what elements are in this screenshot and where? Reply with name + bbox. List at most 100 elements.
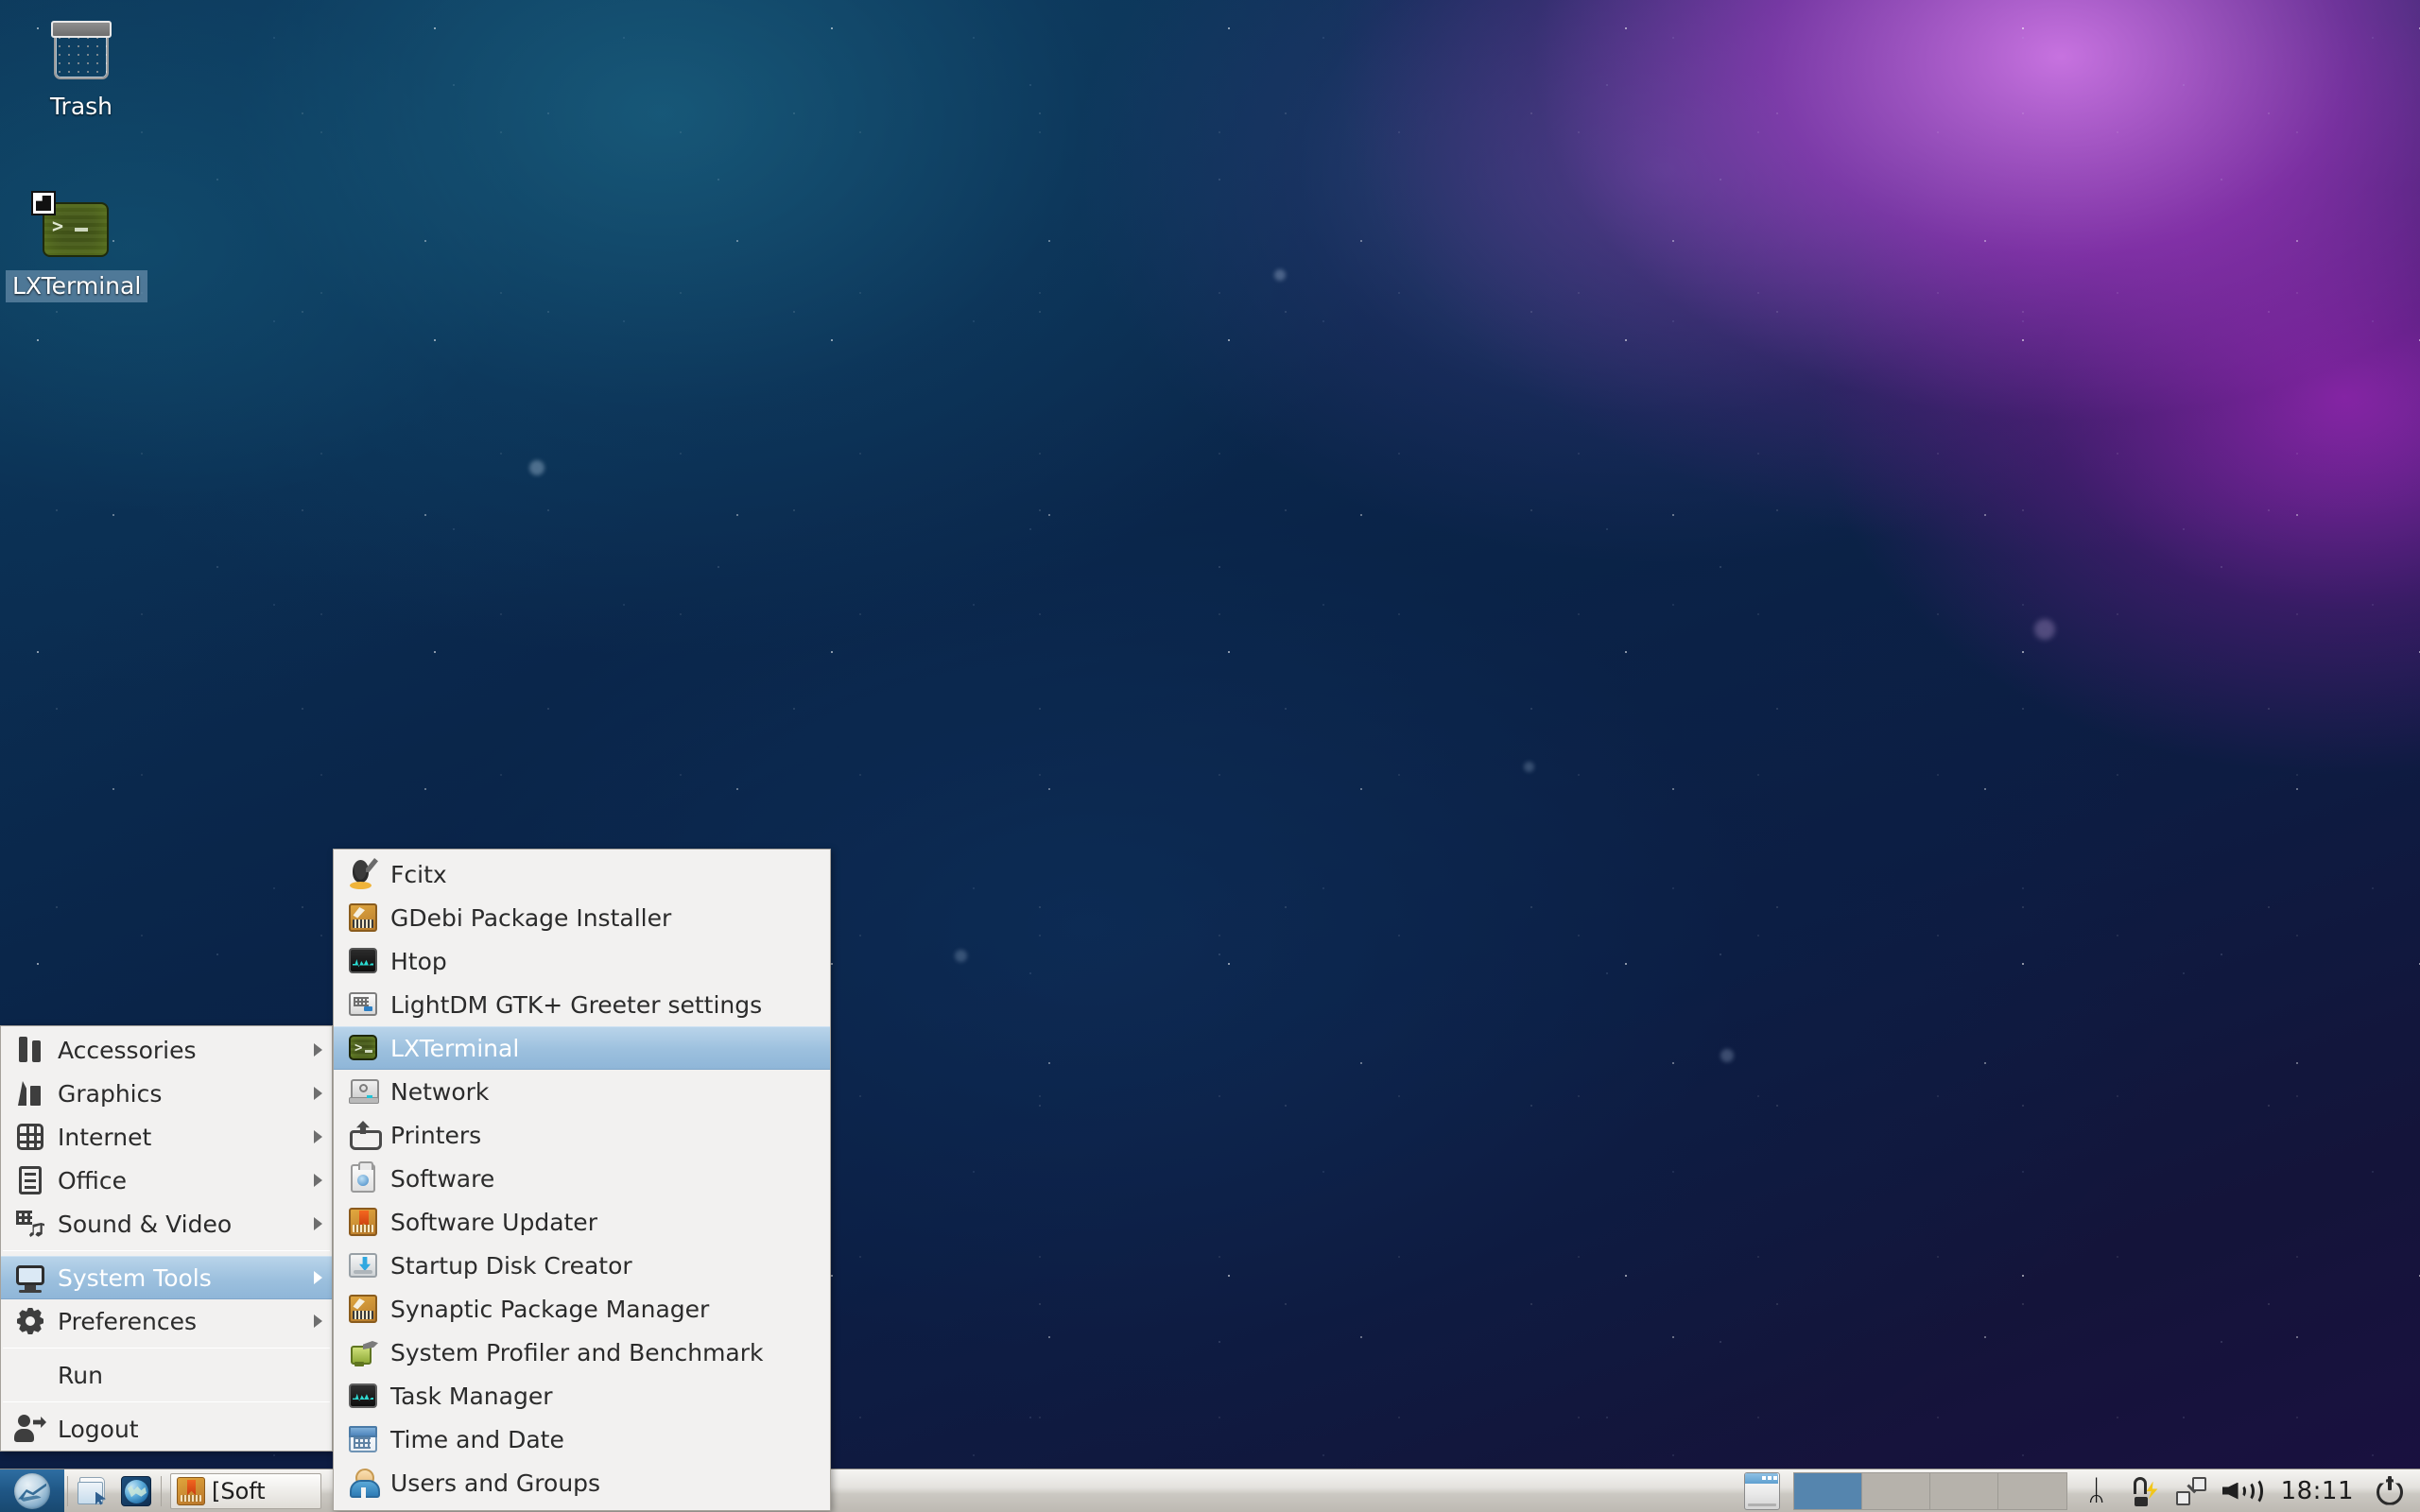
submenu-item-time-and-date[interactable]: Time and Date — [334, 1418, 830, 1461]
startup-disk-creator-icon — [347, 1249, 379, 1281]
panel-separator — [161, 1476, 162, 1506]
chevron-right-icon — [314, 1217, 322, 1230]
submenu-item-gdebi-package-installer[interactable]: GDebi Package Installer — [334, 896, 830, 939]
submenu-item-printers[interactable]: Printers — [334, 1113, 830, 1157]
lubuntu-menu-button[interactable] — [0, 1469, 64, 1512]
nebula-speck — [1720, 1049, 1734, 1062]
menu-item-label: Graphics — [58, 1080, 304, 1108]
submenu-item-label: Time and Date — [390, 1426, 821, 1453]
symlink-badge-icon — [31, 191, 56, 215]
chevron-right-icon — [314, 1130, 322, 1143]
panel-left-section: [Soft — [0, 1469, 321, 1512]
htop-icon — [347, 945, 379, 977]
submenu-item-label: GDebi Package Installer — [390, 904, 821, 932]
menu-item-label: Logout — [58, 1416, 322, 1443]
submenu-item-label: Synaptic Package Manager — [390, 1296, 821, 1323]
logout-power-button[interactable] — [2367, 1469, 2414, 1512]
menu-separator — [3, 1401, 330, 1402]
submenu-item-system-profiler-and-benchmark[interactable]: System Profiler and Benchmark — [334, 1331, 830, 1374]
submenu-item-task-manager[interactable]: Task Manager — [334, 1374, 830, 1418]
lxterminal-icon: > — [6, 189, 146, 270]
fcitx-icon — [347, 858, 379, 890]
sound-video-icon — [14, 1208, 46, 1240]
chevron-right-icon — [314, 1314, 322, 1328]
submenu-item-label: Printers — [390, 1122, 821, 1149]
logout-icon — [14, 1413, 46, 1445]
submenu-item-startup-disk-creator[interactable]: Startup Disk Creator — [334, 1244, 830, 1287]
lxterminal-icon: > — [347, 1032, 379, 1064]
clock[interactable]: 18:11 — [2268, 1477, 2367, 1505]
chevron-right-icon — [314, 1271, 322, 1284]
tray-volume[interactable] — [2215, 1469, 2268, 1512]
application-menu[interactable]: Accessories Graphics Internet Office Sou… — [0, 1025, 333, 1452]
launcher-file-manager[interactable] — [74, 1472, 112, 1510]
submenu-item-label: Fcitx — [390, 861, 821, 888]
battery-charging-icon — [2128, 1475, 2160, 1507]
volume-icon — [2222, 1476, 2260, 1506]
taskbar-window-button[interactable]: [Soft — [170, 1473, 321, 1509]
menu-separator — [3, 1348, 330, 1349]
menu-item-graphics[interactable]: Graphics — [1, 1072, 332, 1115]
submenu-item-htop[interactable]: Htop — [334, 939, 830, 983]
menu-item-system-tools[interactable]: System Tools — [1, 1256, 332, 1299]
menu-item-preferences[interactable]: Preferences — [1, 1299, 332, 1343]
menu-item-office[interactable]: Office — [1, 1159, 332, 1202]
web-browser-icon — [121, 1476, 151, 1506]
submenu-item-network[interactable]: Network — [334, 1070, 830, 1113]
trash-icon — [11, 9, 151, 91]
menu-item-internet[interactable]: Internet — [1, 1115, 332, 1159]
submenu-item-software-updater[interactable]: Software Updater — [334, 1200, 830, 1244]
menu-item-label: System Tools — [58, 1264, 304, 1292]
show-desktop-button[interactable] — [1737, 1469, 1788, 1512]
submenu-item-software[interactable]: Software — [334, 1157, 830, 1200]
internet-icon — [14, 1121, 46, 1153]
submenu-item-label: LightDM GTK+ Greeter settings — [390, 991, 821, 1019]
workspace-3[interactable] — [1930, 1473, 1998, 1509]
preferences-icon — [14, 1305, 46, 1337]
menu-item-accessories[interactable]: Accessories — [1, 1028, 332, 1072]
window-switcher-icon — [2175, 1475, 2207, 1507]
menu-item-label: Office — [58, 1167, 304, 1194]
menu-separator — [3, 1250, 330, 1251]
workspace-1[interactable] — [1794, 1473, 1862, 1509]
submenu-item-lxterminal[interactable]: > LXTerminal — [334, 1026, 830, 1070]
lubuntu-logo-icon — [14, 1473, 50, 1509]
submenu-item-label: Users and Groups — [390, 1469, 821, 1497]
desktop-icon-lxterminal[interactable]: > LXTerminal — [6, 189, 146, 302]
nebula-speck — [1274, 269, 1286, 281]
submenu-item-label: Software — [390, 1165, 821, 1193]
submenu-item-label: Task Manager — [390, 1383, 821, 1410]
panel-separator — [67, 1476, 68, 1506]
power-icon — [2375, 1475, 2407, 1507]
submenu-item-label: Startup Disk Creator — [390, 1252, 821, 1280]
menu-item-logout[interactable]: Logout — [1, 1407, 332, 1451]
system-tray: ᛦ 18:11 — [1737, 1469, 2420, 1512]
launcher-web-browser[interactable] — [117, 1472, 155, 1510]
tray-window-switcher[interactable] — [2168, 1469, 2215, 1512]
workspace-2[interactable] — [1862, 1473, 1930, 1509]
software-updater-icon — [347, 1206, 379, 1238]
submenu-item-synaptic-package-manager[interactable]: Synaptic Package Manager — [334, 1287, 830, 1331]
submenu-item-label: Software Updater — [390, 1209, 821, 1236]
chevron-right-icon — [314, 1043, 322, 1057]
tray-bluetooth[interactable]: ᛦ — [2073, 1469, 2120, 1512]
software-icon — [347, 1162, 379, 1194]
gdebi-icon — [347, 902, 379, 934]
menu-item-sound-video[interactable]: Sound & Video — [1, 1202, 332, 1246]
desktop-icon-trash[interactable]: Trash — [11, 9, 151, 123]
system-tools-submenu[interactable]: Fcitx GDebi Package Installer Htop Light… — [333, 849, 831, 1511]
workspace-pager[interactable] — [1793, 1472, 2067, 1510]
submenu-item-label: System Profiler and Benchmark — [390, 1339, 821, 1366]
submenu-item-label: Network — [390, 1078, 821, 1106]
printers-icon — [347, 1119, 379, 1151]
tray-battery[interactable] — [2120, 1469, 2168, 1512]
file-manager-icon — [78, 1477, 108, 1505]
menu-item-run[interactable]: Run — [1, 1353, 332, 1397]
desktop-icon-label: Trash — [43, 91, 119, 123]
submenu-item-lightdm-gtk-greeter-settings[interactable]: LightDM GTK+ Greeter settings — [334, 983, 830, 1026]
desktop[interactable]: Trash > LXTerminal Accessories Graphics … — [0, 0, 2420, 1512]
submenu-item-fcitx[interactable]: Fcitx — [334, 852, 830, 896]
workspace-4[interactable] — [1998, 1473, 2066, 1509]
chevron-right-icon — [314, 1087, 322, 1100]
submenu-item-users-and-groups[interactable]: Users and Groups — [334, 1461, 830, 1504]
